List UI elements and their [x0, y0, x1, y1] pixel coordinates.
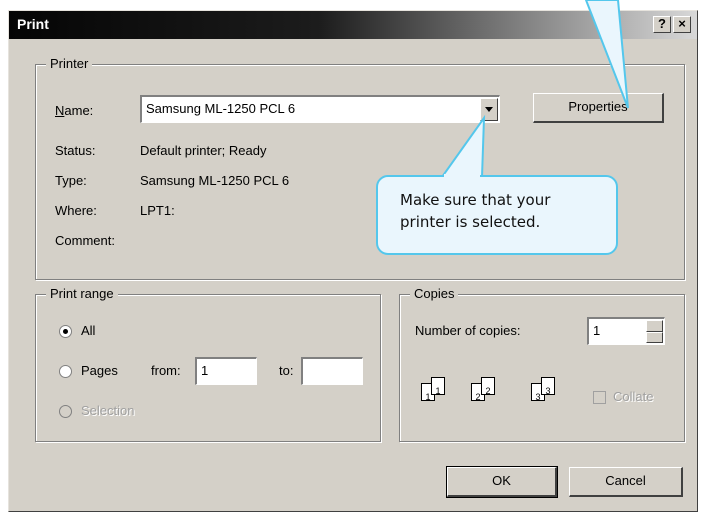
copies-spinner[interactable]: [646, 320, 663, 343]
copies-legend: Copies: [410, 286, 459, 301]
spin-up-icon[interactable]: [646, 320, 663, 332]
status-value: Default printer; Ready: [140, 143, 267, 158]
properties-button[interactable]: Properties: [533, 93, 664, 123]
chevron-down-icon[interactable]: [480, 98, 498, 121]
title-bar[interactable]: Print ? ×: [9, 11, 697, 39]
dialog-title: Print: [17, 16, 49, 32]
printer-name-dropdown[interactable]: Samsung ML-1250 PCL 6: [140, 95, 500, 123]
collate-checkbox[interactable]: [593, 391, 606, 404]
print-dialog: Print ? × Printer Name: Samsung ML-1250 …: [8, 10, 698, 512]
radio-selection: [59, 405, 72, 418]
radio-pages[interactable]: [59, 365, 72, 378]
copies-input[interactable]: 1: [587, 317, 665, 345]
printer-group-legend: Printer: [46, 56, 93, 71]
selection-label: Selection: [81, 403, 135, 418]
help-button[interactable]: ?: [653, 16, 671, 33]
where-label: Where:: [55, 203, 97, 218]
number-of-copies-label: Number of copies:: [415, 323, 521, 338]
print-range-legend: Print range: [46, 286, 118, 301]
printer-callout: Make sure that your printer is selected.: [376, 175, 618, 255]
radio-all[interactable]: [59, 325, 72, 338]
ok-button[interactable]: OK: [446, 466, 558, 498]
collate-label[interactable]: Collate: [613, 389, 653, 404]
where-value: LPT1:: [140, 203, 175, 218]
name-label-text: ame:: [64, 103, 94, 118]
to-label: to:: [279, 363, 294, 378]
type-value: Samsung ML-1250 PCL 6: [140, 173, 290, 188]
copies-value: 1: [593, 323, 601, 338]
from-label: from:: [151, 363, 181, 378]
all-label[interactable]: All: [81, 323, 95, 338]
cancel-button[interactable]: Cancel: [569, 467, 683, 497]
spin-down-icon[interactable]: [646, 331, 663, 343]
name-label: Name:: [55, 103, 94, 118]
to-input[interactable]: [301, 357, 363, 385]
status-label: Status:: [55, 143, 96, 158]
type-label: Type:: [55, 173, 87, 188]
from-input[interactable]: 1: [195, 357, 257, 385]
printer-name-value: Samsung ML-1250 PCL 6: [146, 101, 296, 116]
close-button[interactable]: ×: [673, 16, 691, 33]
callout-line-1: Make sure that your: [400, 191, 551, 209]
pages-label[interactable]: Pages: [81, 363, 118, 378]
callout-line-2: printer is selected.: [400, 213, 541, 231]
comment-label: Comment:: [55, 233, 115, 248]
